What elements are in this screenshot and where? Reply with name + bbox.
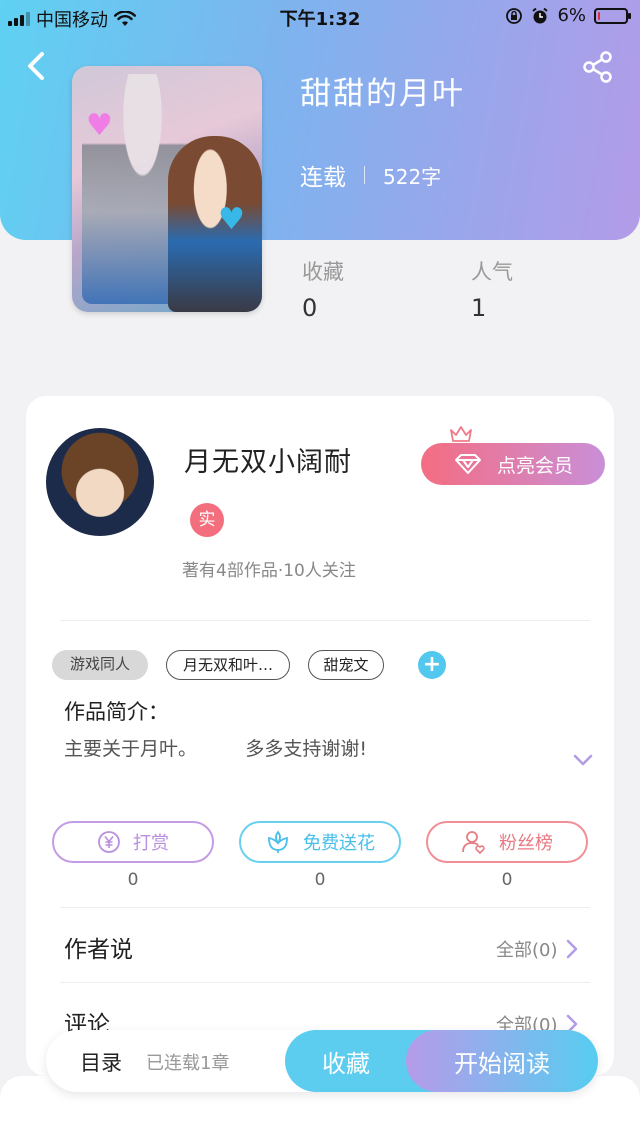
book-cover[interactable]: ♥ ♥ — [72, 66, 262, 312]
intro-label: 作品简介： — [64, 700, 169, 724]
share-icon — [583, 51, 612, 83]
stat-label: 收藏 — [302, 260, 344, 284]
stat-favorites: 收藏 0 — [302, 256, 344, 322]
pink-heart-icon: ♥ — [86, 108, 113, 143]
battery-percent: 6% — [557, 5, 586, 26]
diamond-icon — [454, 454, 481, 474]
blue-heart-icon: ♥ — [218, 202, 245, 237]
meta-divider — [364, 166, 365, 184]
verified-badge: 实 — [190, 503, 224, 537]
fan-ranking-label: 粉丝榜 — [499, 833, 553, 854]
intro-text: 主要关于月叶。 多多支持谢谢! — [64, 738, 367, 760]
add-tag-button[interactable]: + — [418, 651, 446, 679]
share-button[interactable] — [580, 50, 616, 84]
author-summary: 著有4部作品·10人关注 — [182, 561, 356, 581]
author-name[interactable]: 月无双小阔耐 — [184, 440, 352, 479]
alarm-icon — [532, 7, 549, 23]
rotation-lock-icon — [506, 7, 523, 24]
back-button[interactable] — [22, 48, 52, 84]
reward-label: 打赏 — [133, 833, 169, 854]
serial-status: 连载 — [300, 165, 346, 191]
author-note-title: 作者说 — [64, 937, 133, 963]
start-reading-button[interactable]: 开始阅读 — [406, 1030, 598, 1092]
author-note-count: 全部(0) — [496, 940, 558, 961]
send-flower-button[interactable]: 免费送花 — [239, 821, 401, 863]
flower-count: 0 — [314, 870, 326, 890]
book-title: 甜甜的月叶 — [300, 76, 465, 112]
chevron-right-icon — [566, 939, 577, 959]
send-flower-label: 免费送花 — [303, 833, 375, 854]
battery-icon — [594, 7, 631, 24]
reward-count: 0 — [127, 870, 139, 890]
chapter-count: 已连载1章 — [146, 1053, 230, 1074]
table-of-contents-button[interactable]: 目录 — [80, 1047, 122, 1077]
plus-icon: + — [422, 652, 442, 677]
divider — [60, 907, 590, 908]
reward-button[interactable]: 打赏 — [52, 821, 214, 863]
tag-item[interactable]: 游戏同人 — [52, 650, 148, 680]
stat-value: 1 — [471, 294, 487, 322]
fan-icon — [462, 831, 485, 855]
vip-button[interactable]: 点亮会员 — [421, 443, 605, 485]
chevron-left-icon — [28, 52, 44, 80]
divider — [60, 982, 590, 983]
status-bar: 中国移动 下午1:32 6% — [0, 0, 640, 34]
favorite-label: 收藏 — [322, 1049, 370, 1078]
author-note-more-link[interactable]: 全部(0) — [496, 936, 578, 962]
chevron-down-icon[interactable] — [572, 752, 594, 768]
start-reading-label: 开始阅读 — [454, 1049, 550, 1078]
stat-value: 0 — [302, 294, 318, 322]
flower-icon — [268, 830, 288, 853]
crown-icon — [450, 426, 472, 442]
book-meta: 连载 522字 — [300, 158, 441, 192]
author-avatar[interactable] — [44, 426, 156, 538]
stat-popularity: 人气 1 — [471, 256, 513, 322]
stat-label: 人气 — [471, 260, 513, 284]
divider — [60, 620, 590, 621]
fan-count: 0 — [501, 870, 513, 890]
vip-label: 点亮会员 — [496, 454, 573, 477]
fan-ranking-button[interactable]: 粉丝榜 — [426, 821, 588, 863]
tag-item[interactable]: 甜宠文 — [308, 650, 384, 680]
yuan-icon — [98, 831, 120, 853]
word-count: 522字 — [383, 164, 442, 189]
tag-item[interactable]: 月无双和叶… — [166, 650, 290, 680]
